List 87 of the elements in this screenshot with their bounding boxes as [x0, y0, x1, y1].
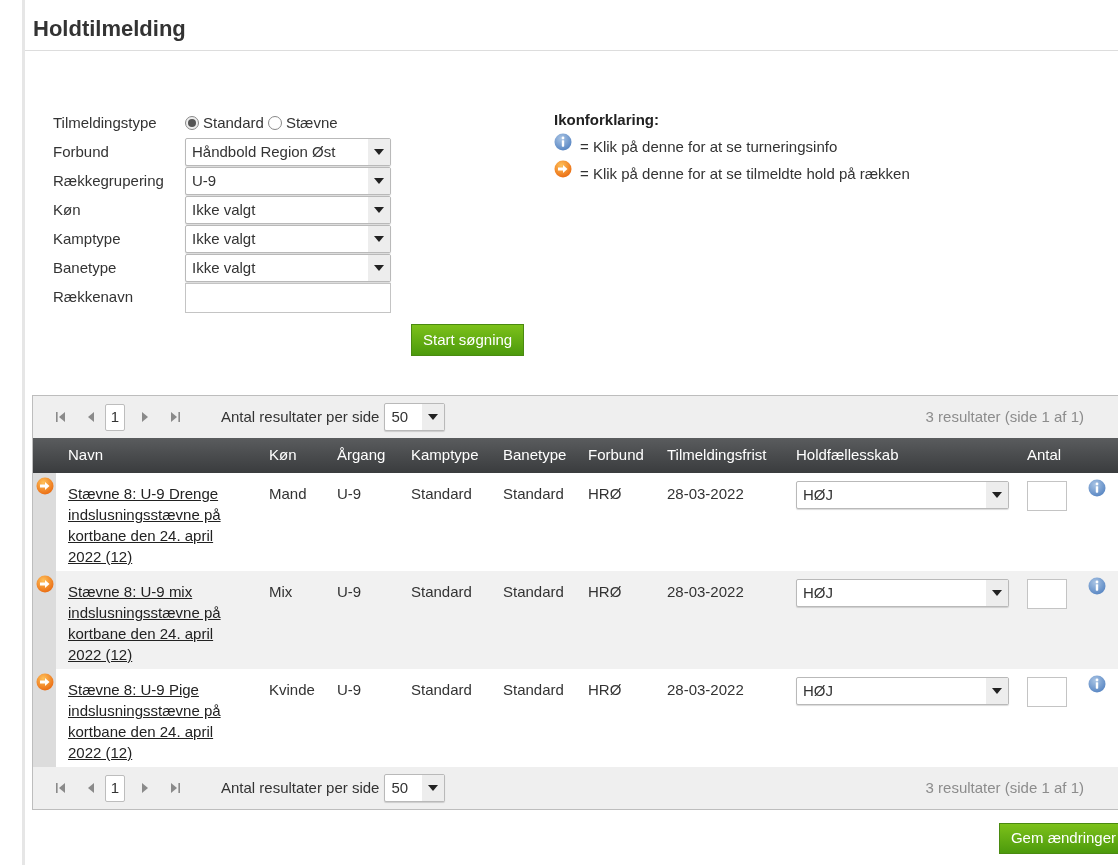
table-cell: U-9	[337, 485, 362, 502]
results-summary: 3 resultater (side 1 af 1)	[925, 777, 1084, 798]
table-cell: 28-03-2022	[667, 485, 744, 502]
caret-icon	[374, 178, 384, 184]
table-cell: Mix	[269, 583, 293, 600]
quantity-input[interactable]	[1027, 481, 1067, 511]
legend-text: = Klik på denne for at se tilmeldte hold på rækken	[580, 164, 910, 184]
column-header[interactable]: Tilmeldingsfrist	[667, 446, 767, 464]
first-page-icon[interactable]	[55, 411, 67, 423]
table-cell: Standard	[411, 681, 472, 698]
caret-icon	[374, 265, 384, 271]
field-label: Rækkenavn	[53, 287, 135, 307]
table-cell: HRØ	[588, 583, 622, 600]
tournament-link[interactable]: Stævne 8: U-9 Pige indslusningsstævne på kortbane den 24. april 2022 (12)	[68, 679, 237, 763]
info-icon[interactable]	[1088, 577, 1106, 595]
column-header[interactable]: Kamptype	[411, 446, 479, 464]
dropdown-select[interactable]: Ikke valgt	[185, 225, 391, 253]
table-cell: 28-03-2022	[667, 681, 744, 698]
info-icon[interactable]	[1088, 675, 1106, 693]
dropdown-select[interactable]: U-9	[185, 167, 391, 195]
field-label: Køn	[53, 200, 82, 220]
table-cell: HRØ	[588, 681, 622, 698]
table-cell: Mand	[269, 485, 307, 502]
caret-icon	[374, 236, 384, 242]
field-label: Rækkegrupering	[53, 171, 165, 191]
dropdown-select[interactable]: Ikke valgt	[185, 196, 391, 224]
arrow-right-icon[interactable]	[36, 575, 54, 593]
per-page-label: Antal resultater per side	[221, 406, 380, 427]
radio-button[interactable]	[267, 116, 282, 131]
caret-icon	[374, 149, 384, 155]
table-cell: Standard	[503, 681, 564, 698]
column-header[interactable]: Køn	[269, 446, 297, 464]
page-number[interactable]: 1	[105, 774, 125, 802]
field-label: Forbund	[53, 142, 110, 162]
caret-icon	[992, 590, 1002, 596]
text-input[interactable]	[185, 283, 391, 313]
tournament-link[interactable]: Stævne 8: U-9 mix indslusningsstævne på kortbane den 24. april 2022 (12)	[68, 581, 237, 665]
page-title: Holdtilmelding	[32, 15, 186, 43]
dropdown-select[interactable]: Ikke valgt	[185, 254, 391, 282]
legend-text: = Klik på denne for at se turneringsinfo	[580, 137, 838, 157]
radio-option[interactable]: Stævne	[267, 112, 338, 135]
page-number[interactable]: 1	[105, 403, 125, 431]
table-cell: Kvinde	[269, 681, 315, 698]
table-cell: HRØ	[588, 485, 622, 502]
column-header[interactable]: Forbund	[588, 446, 644, 464]
caret-icon	[428, 414, 439, 420]
legend-title: Ikonforklaring:	[554, 110, 659, 130]
tournament-link[interactable]: Stævne 8: U-9 Drenge indslusningsstævne på kortbane den 24. april 2022 (12)	[68, 483, 237, 567]
last-page-icon[interactable]	[169, 411, 181, 423]
arrow-right-icon[interactable]	[36, 673, 54, 691]
per-page-select[interactable]: 50	[384, 403, 446, 431]
caret-icon	[992, 688, 1002, 694]
caret-icon	[374, 207, 384, 213]
column-header[interactable]: Årgang	[337, 446, 386, 464]
last-page-icon[interactable]	[169, 782, 181, 794]
caret-icon	[992, 492, 1002, 498]
table-cell: U-9	[337, 583, 362, 600]
column-header[interactable]: Holdfællesskab	[796, 446, 899, 464]
per-page-select[interactable]: 50	[384, 774, 446, 802]
column-header[interactable]: Navn	[68, 446, 104, 464]
arrow-right-icon[interactable]	[554, 160, 572, 178]
table-cell: 28-03-2022	[667, 583, 744, 600]
field-label: Tilmeldingstype	[53, 113, 158, 133]
column-header[interactable]: Banetype	[503, 446, 567, 464]
radio-option[interactable]: Standard	[185, 112, 264, 135]
caret-icon	[428, 785, 439, 791]
quantity-input[interactable]	[1027, 677, 1067, 707]
field-label: Kamptype	[53, 229, 122, 249]
column-header[interactable]: Antal	[1027, 446, 1062, 464]
per-page-label: Antal resultater per side	[221, 777, 380, 798]
table-cell: Standard	[411, 583, 472, 600]
radio-button[interactable]	[185, 116, 199, 131]
info-icon[interactable]	[1088, 479, 1106, 497]
field-label: Banetype	[53, 258, 118, 278]
first-page-icon[interactable]	[55, 782, 67, 794]
quantity-input[interactable]	[1027, 579, 1067, 609]
info-icon[interactable]	[554, 133, 572, 151]
dropdown-select[interactable]: Håndbold Region Øst	[185, 138, 391, 166]
results-summary: 3 resultater (side 1 af 1)	[925, 406, 1084, 427]
club-select[interactable]: HØJ	[796, 579, 1009, 607]
table-cell: Standard	[411, 485, 472, 502]
table-cell: Standard	[503, 485, 564, 502]
table-cell: U-9	[337, 681, 362, 698]
table-cell: Standard	[503, 583, 564, 600]
club-select[interactable]: HØJ	[796, 677, 1009, 705]
arrow-right-icon[interactable]	[36, 477, 54, 495]
club-select[interactable]: HØJ	[796, 481, 1009, 509]
